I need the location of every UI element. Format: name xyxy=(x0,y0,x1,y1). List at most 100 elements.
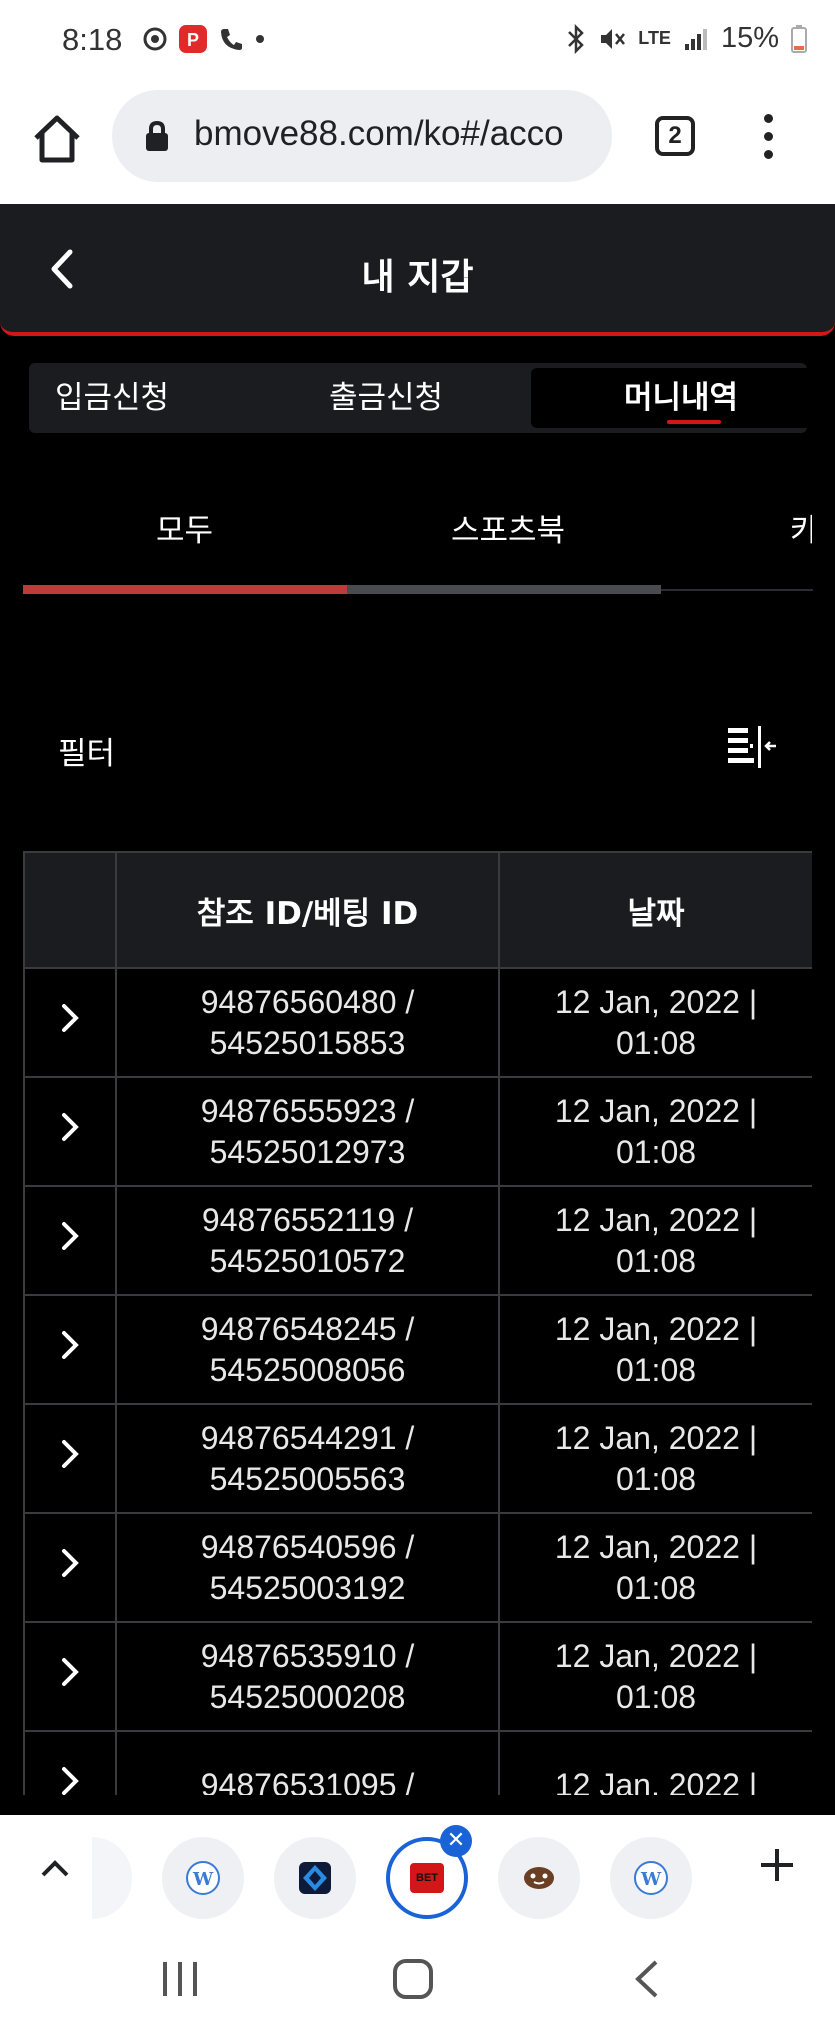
tab-thumb-partial[interactable] xyxy=(92,1837,132,1919)
home-nav-icon[interactable] xyxy=(392,1958,434,2000)
w-logo-icon-2: W xyxy=(634,1861,668,1895)
chevron-right-icon xyxy=(62,1439,79,1468)
phone-icon xyxy=(221,29,242,50)
date-text: 12 Jan, 2022 | xyxy=(554,1310,758,1347)
ref-id: 94876540596 / xyxy=(200,1528,415,1565)
expand-row-button[interactable] xyxy=(23,1185,117,1296)
expand-row-button[interactable] xyxy=(23,1621,117,1732)
date-cell: 12 Jan, 2022 | 01:08 xyxy=(498,1076,812,1187)
chevron-right-icon xyxy=(62,1766,79,1795)
date-text: 12 Jan, 2022 | xyxy=(554,1092,758,1129)
sync-icon xyxy=(143,27,167,51)
chevron-right-icon xyxy=(62,1330,79,1359)
table-row[interactable]: 94876552119 / 54525010572 12 Jan, 2022 | 01… xyxy=(23,1185,812,1296)
tab-thumb-face[interactable] xyxy=(498,1837,580,1919)
table-row[interactable]: 94876548245 / 54525008056 12 Jan, 2022 | 01… xyxy=(23,1294,812,1405)
tab-switcher-button[interactable]: 2 xyxy=(655,116,695,156)
header-expand xyxy=(23,851,117,969)
category-tab-casino[interactable]: 카 xyxy=(790,505,812,550)
bet-id: 54525003192 xyxy=(209,1569,406,1606)
expand-row-button[interactable] xyxy=(23,1403,117,1514)
svg-text:W: W xyxy=(640,1869,662,1890)
bet-logo-text: BET xyxy=(416,1872,438,1884)
date-text: 12 Jan, 2022 | xyxy=(554,1637,758,1674)
ref-id: 94876535910 / xyxy=(200,1637,415,1674)
filter-collapse-icon[interactable] xyxy=(726,724,778,770)
battery-icon xyxy=(791,24,807,53)
notification-icons: P xyxy=(142,24,266,54)
address-bar[interactable]: bmove88.com/ko#/acco xyxy=(112,90,612,182)
w-logo-icon: W xyxy=(186,1861,220,1895)
category-indicator-rest xyxy=(661,589,813,591)
page-title: 내 지갑 xyxy=(361,257,474,298)
ref-id: 94876531095 / xyxy=(200,1767,415,1795)
status-bar: 8:18 P LTE 15% xyxy=(0,0,835,88)
tab-withdraw[interactable]: 출금신청 xyxy=(329,363,443,433)
date-cell: 12 Jan, 2022 | xyxy=(498,1730,812,1795)
table-row[interactable]: 94876560480 / 54525015853 12 Jan, 2022 | 01… xyxy=(23,967,812,1078)
table-row[interactable]: 94876555923 / 54525012973 12 Jan, 2022 | 01… xyxy=(23,1076,812,1187)
system-nav-bar xyxy=(0,1928,835,2038)
expand-row-button[interactable] xyxy=(23,1512,117,1623)
expand-row-button[interactable] xyxy=(23,1294,117,1405)
system-icons: LTE 15% xyxy=(566,22,807,55)
app-notification-icon: P xyxy=(179,25,207,53)
close-tab-icon[interactable]: ✕ xyxy=(440,1825,472,1857)
date-cell: 12 Jan, 2022 | 01:08 xyxy=(498,1621,812,1732)
table-row[interactable]: 94876535910 / 54525000208 12 Jan, 2022 | 01… xyxy=(23,1621,812,1732)
filter-label: 필터 xyxy=(58,736,116,772)
back-nav-icon[interactable] xyxy=(632,1958,662,2000)
chevron-right-icon xyxy=(62,1548,79,1577)
bet-id: 54525015853 xyxy=(209,1024,406,1061)
browser-toolbar: bmove88.com/ko#/acco 2 xyxy=(0,88,835,204)
face-logo-icon xyxy=(524,1867,554,1889)
time-text: 01:08 xyxy=(615,1351,697,1388)
date-cell: 12 Jan, 2022 | 01:08 xyxy=(498,1294,812,1405)
chevron-right-icon xyxy=(62,1221,79,1250)
chevron-right-icon xyxy=(62,1003,79,1032)
ref-bet-id-cell: 94876560480 / 54525015853 xyxy=(115,967,500,1078)
tab-thumb-diamond[interactable] xyxy=(274,1837,356,1919)
ref-id: 94876552119 / xyxy=(201,1201,414,1238)
ref-bet-id-cell: 94876544291 / 54525005563 xyxy=(115,1403,500,1514)
date-cell: 12 Jan, 2022 | 01:08 xyxy=(498,1403,812,1514)
network-type: LTE xyxy=(638,28,671,48)
expand-row-button[interactable] xyxy=(23,1076,117,1187)
table-row[interactable]: 94876531095 / 12 Jan, 2022 | xyxy=(23,1730,812,1795)
expand-row-button[interactable] xyxy=(23,967,117,1078)
dot-icon xyxy=(256,35,264,43)
ref-bet-id-cell: 94876555923 / 54525012973 xyxy=(115,1076,500,1187)
time-text: 01:08 xyxy=(615,1460,697,1497)
table-header-row: 참조 ID/베팅 ID 날짜 xyxy=(23,851,812,969)
time-text: 01:08 xyxy=(615,1024,697,1061)
bet-id: 54525010572 xyxy=(209,1242,406,1279)
tab-money-history[interactable]: 머니내역 xyxy=(531,368,831,428)
expand-row-button[interactable] xyxy=(23,1730,117,1795)
date-text: 12 Jan, 2022 | xyxy=(554,983,758,1020)
wallet-tabs: 입금신청 출금신청 머니내역 xyxy=(29,363,831,433)
status-time: 8:18 xyxy=(62,22,123,57)
header-ref-id: 참조 ID/베팅 ID xyxy=(115,851,500,969)
chevron-right-icon xyxy=(62,1657,79,1686)
tab-deposit[interactable]: 입금신청 xyxy=(55,363,169,433)
time-text: 01:08 xyxy=(615,1678,697,1715)
category-indicator-track xyxy=(347,585,661,594)
diamond-logo-icon xyxy=(299,1862,331,1894)
header-date: 날짜 xyxy=(498,851,812,969)
svg-text:P: P xyxy=(187,30,199,50)
home-icon[interactable] xyxy=(30,112,84,166)
category-tab-all[interactable]: 모두 xyxy=(156,505,213,550)
tab-thumb-w2[interactable]: W xyxy=(610,1837,692,1919)
table-row[interactable]: 94876540596 / 54525003192 12 Jan, 2022 | 01… xyxy=(23,1512,812,1623)
category-tab-sportsbook[interactable]: 스포츠북 xyxy=(451,505,565,550)
money-history-table: 참조 ID/베팅 ID 날짜 94876560480 / 54525015853 1… xyxy=(23,851,812,1795)
battery-percent: 15% xyxy=(720,22,779,54)
recent-apps-icon[interactable] xyxy=(160,1960,200,1998)
browser-menu-icon[interactable] xyxy=(760,114,776,164)
ref-id: 94876560480 / xyxy=(200,983,415,1020)
tab-thumb-w1[interactable]: W xyxy=(162,1837,244,1919)
chevron-up-icon[interactable] xyxy=(38,1853,72,1883)
bluetooth-icon xyxy=(568,23,585,54)
table-row[interactable]: 94876544291 / 54525005563 12 Jan, 2022 | 01… xyxy=(23,1403,812,1514)
new-tab-plus-icon[interactable] xyxy=(757,1845,797,1885)
